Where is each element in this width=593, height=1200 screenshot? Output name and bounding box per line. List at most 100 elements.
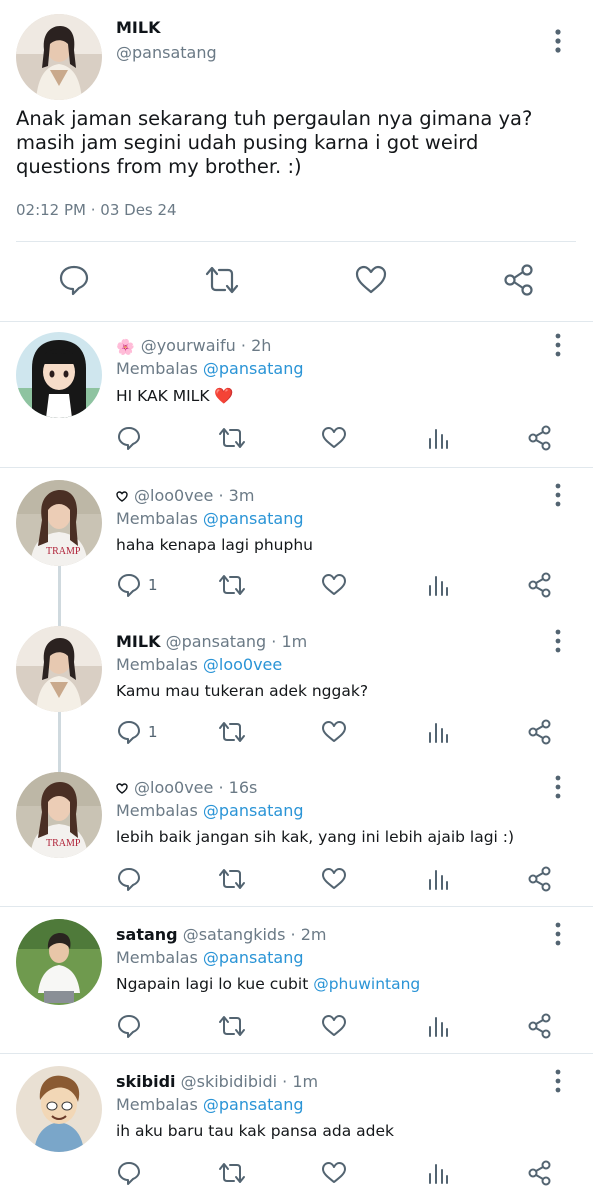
reply-item[interactable]: 🌸 @yourwaifu · 2h Membalas @pansatang HI … bbox=[0, 322, 593, 468]
reply-item[interactable]: TRAMP @loo0vee · 16s Membalas @pansatang… bbox=[0, 760, 593, 906]
comment-button[interactable]: 1 bbox=[116, 570, 158, 600]
comment-icon[interactable] bbox=[116, 1011, 142, 1041]
like-icon[interactable] bbox=[321, 864, 347, 894]
retweet-icon[interactable] bbox=[217, 864, 247, 894]
like-icon[interactable] bbox=[321, 717, 347, 747]
share-icon[interactable] bbox=[497, 258, 541, 302]
reply-time: 1m bbox=[281, 632, 308, 651]
author-handle[interactable]: @loo0vee bbox=[134, 486, 213, 505]
views-icon[interactable] bbox=[427, 864, 449, 894]
mention-link[interactable]: @pansatang bbox=[203, 801, 304, 820]
svg-text:TRAMP: TRAMP bbox=[46, 546, 81, 557]
comment-icon[interactable] bbox=[116, 1158, 142, 1188]
like-icon[interactable] bbox=[321, 423, 347, 453]
author-handle[interactable]: @yourwaifu bbox=[141, 336, 236, 355]
avatar[interactable] bbox=[16, 919, 102, 1005]
views-icon[interactable] bbox=[427, 717, 449, 747]
reply-header: skibidi @skibidibidi · 1m bbox=[116, 1072, 319, 1091]
avatar[interactable] bbox=[16, 626, 102, 712]
mention-link[interactable]: @pansatang bbox=[203, 1095, 304, 1114]
reply-header: MILK @pansatang · 1m bbox=[116, 632, 308, 651]
retweet-icon[interactable] bbox=[217, 423, 247, 453]
replying-to: Membalas @pansatang bbox=[116, 1095, 304, 1114]
divider bbox=[16, 241, 576, 242]
mention-link[interactable]: @loo0vee bbox=[203, 655, 282, 674]
more-options-icon[interactable] bbox=[548, 28, 568, 56]
views-icon[interactable] bbox=[427, 570, 449, 600]
like-icon[interactable] bbox=[321, 570, 347, 600]
tweet-timestamp: 02:12 PM · 03 Des 24 bbox=[16, 201, 177, 219]
more-options-icon[interactable] bbox=[548, 1068, 568, 1096]
mention-link[interactable]: @pansatang bbox=[203, 359, 304, 378]
share-icon[interactable] bbox=[527, 1158, 553, 1188]
like-icon[interactable] bbox=[321, 1011, 347, 1041]
comment-icon[interactable] bbox=[116, 864, 142, 894]
reply-header: satang @satangkids · 2m bbox=[116, 925, 327, 944]
comment-icon[interactable] bbox=[116, 423, 142, 453]
reply-actions: 1 bbox=[0, 570, 593, 600]
avatar[interactable]: TRAMP bbox=[16, 480, 102, 566]
more-options-icon[interactable] bbox=[548, 628, 568, 656]
author-name[interactable]: MILK bbox=[116, 632, 160, 651]
avatar[interactable] bbox=[16, 332, 102, 418]
views-icon[interactable] bbox=[427, 1011, 449, 1041]
author-handle[interactable]: @pansatang bbox=[166, 632, 267, 651]
more-options-icon[interactable] bbox=[548, 921, 568, 949]
heart-emoji: ❤️ bbox=[214, 387, 234, 405]
avatar[interactable] bbox=[16, 14, 102, 100]
reply-item[interactable]: satang @satangkids · 2m Membalas @pansat… bbox=[0, 907, 593, 1053]
mention-link[interactable]: @pansatang bbox=[203, 509, 304, 528]
reply-actions bbox=[0, 423, 593, 453]
more-options-icon[interactable] bbox=[548, 482, 568, 510]
more-options-icon[interactable] bbox=[548, 332, 568, 360]
share-icon[interactable] bbox=[527, 1011, 553, 1041]
avatar[interactable]: TRAMP bbox=[16, 772, 102, 858]
reply-item[interactable]: skibidi @skibidibidi · 1m Membalas @pans… bbox=[0, 1054, 593, 1200]
author-handle[interactable]: @satangkids bbox=[183, 925, 286, 944]
author-name[interactable]: satang bbox=[116, 925, 178, 944]
author-handle[interactable]: @loo0vee bbox=[134, 778, 213, 797]
reply-text: lebih baik jangan sih kak, yang ini lebi… bbox=[116, 828, 515, 846]
comment-icon[interactable] bbox=[52, 258, 96, 302]
reply-text: Ngapain lagi lo kue cubit @phuwintang bbox=[116, 975, 421, 993]
reply-header: 🌸 @yourwaifu · 2h bbox=[116, 336, 272, 356]
views-icon[interactable] bbox=[427, 1158, 449, 1188]
reply-item[interactable]: TRAMP @loo0vee · 3m Membalas @pansatang … bbox=[0, 468, 593, 614]
reply-count: 1 bbox=[148, 576, 158, 594]
tweet-actions bbox=[0, 258, 593, 302]
replying-to: Membalas @loo0vee bbox=[116, 655, 283, 674]
tweet-text: Anak jaman sekarang tuh pergaulan nya gi… bbox=[16, 107, 533, 178]
reply-time: 16s bbox=[228, 778, 258, 797]
author-handle[interactable]: @pansatang bbox=[116, 43, 217, 62]
retweet-icon[interactable] bbox=[217, 717, 247, 747]
retweet-icon[interactable] bbox=[200, 258, 244, 302]
mention-link[interactable]: @pansatang bbox=[203, 948, 304, 967]
reply-actions: 1 bbox=[0, 717, 593, 747]
views-icon[interactable] bbox=[427, 423, 449, 453]
svg-text:TRAMP: TRAMP bbox=[46, 838, 81, 849]
comment-button[interactable]: 1 bbox=[116, 717, 158, 747]
mention-link[interactable]: @phuwintang bbox=[313, 975, 420, 993]
share-icon[interactable] bbox=[527, 717, 553, 747]
retweet-icon[interactable] bbox=[217, 570, 247, 600]
reply-text: HI KAK MILK ❤️ bbox=[116, 387, 234, 405]
reply-time: 1m bbox=[292, 1072, 319, 1091]
more-options-icon[interactable] bbox=[548, 774, 568, 802]
share-icon[interactable] bbox=[527, 864, 553, 894]
replying-to: Membalas @pansatang bbox=[116, 801, 304, 820]
author-name[interactable]: skibidi bbox=[116, 1072, 176, 1091]
reply-text: haha kenapa lagi phuphu bbox=[116, 536, 313, 554]
like-icon[interactable] bbox=[349, 258, 393, 302]
author-handle[interactable]: @skibidibidi bbox=[181, 1072, 277, 1091]
avatar[interactable] bbox=[16, 1066, 102, 1152]
share-icon[interactable] bbox=[527, 423, 553, 453]
heart-outline-badge-icon bbox=[116, 487, 128, 506]
author-name[interactable]: MILK bbox=[116, 18, 160, 37]
retweet-icon[interactable] bbox=[217, 1011, 247, 1041]
share-icon[interactable] bbox=[527, 570, 553, 600]
reply-item[interactable]: MILK @pansatang · 1m Membalas @loo0vee K… bbox=[0, 614, 593, 760]
reply-actions bbox=[0, 1158, 593, 1188]
reply-text: ih aku baru tau kak pansa ada adek bbox=[116, 1122, 394, 1140]
retweet-icon[interactable] bbox=[217, 1158, 247, 1188]
like-icon[interactable] bbox=[321, 1158, 347, 1188]
